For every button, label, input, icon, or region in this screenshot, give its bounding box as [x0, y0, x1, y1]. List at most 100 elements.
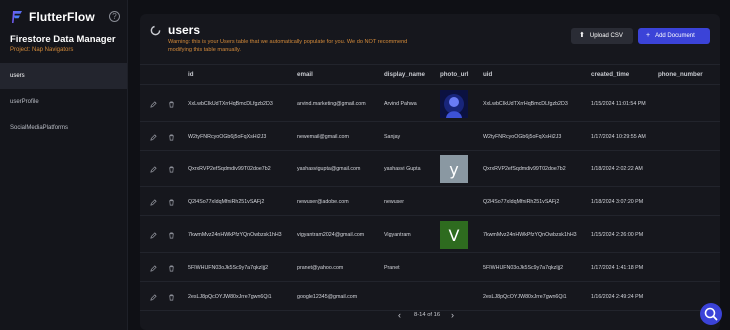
collection-loading-icon [150, 25, 161, 36]
collections-nav: users userProfile SocialMediaPlatforms [0, 63, 127, 141]
next-page-icon[interactable]: › [451, 310, 454, 320]
cell-created-time: 1/18/2024 3:07:20 PM [591, 199, 644, 205]
table-row[interactable]: 2esLJ8pQcOYJW80xJrre7gwn6Qi1 google12345@… [140, 282, 720, 311]
user-photo[interactable]: V [440, 221, 468, 249]
cell-uid: QxrxRVP2efSqdmdiv99T02doe7b2 [483, 166, 566, 172]
cell-id: 7kwmMvz24nHWkPfzYQnOwbzsk1hH3 [188, 232, 282, 238]
cell-id: 2esLJ8pQcOYJW80xJrre7gwn6Qi1 [188, 294, 272, 300]
sidebar-item-users[interactable]: users [0, 63, 127, 89]
cell-created-time: 1/15/2024 2:26:00 PM [591, 232, 644, 238]
column-header-display-name[interactable]: display_name [384, 71, 425, 78]
users-table: id email display_name photo_url uid crea… [140, 64, 720, 311]
cell-email: newemail@gmail.com [297, 134, 349, 140]
cell-display-name: Sanjay [384, 134, 401, 140]
edit-icon[interactable] [150, 101, 157, 108]
cell-id: XxLwbCIkUdTXrrHqBmcDLfgzb2D3 [188, 101, 273, 107]
cell-id: W2tyFNRcyoOGb6j5oFqXsHi2J3 [188, 134, 267, 140]
cell-uid: Q2l4So77xIdqMfniRh251vSAFj2 [483, 199, 560, 205]
flutterflow-logo-icon [12, 11, 22, 23]
cell-created-time: 1/16/2024 2:49:24 PM [591, 294, 644, 300]
cell-uid: W2tyFNRcyoOGb6j5oFqXsHi2J3 [483, 134, 562, 140]
cell-email: vigyantram2024@gmail.com [297, 232, 365, 238]
cell-display-name: Arvind Pahwa [384, 101, 417, 107]
table-header: users Warning: this is your Users table … [140, 14, 720, 64]
cell-display-name: Vigyantram [384, 232, 411, 238]
cell-created-time: 1/15/2024 11:01:54 PM [591, 101, 646, 107]
cell-uid: 7kwmMvz24nHWkPfzYQnOwbzsk1hH3 [483, 232, 577, 238]
upload-csv-button[interactable]: ⬆ Upload CSV [571, 28, 633, 44]
cell-email: yashasvigupta@gmail.com [297, 166, 361, 172]
edit-icon[interactable] [150, 294, 157, 301]
upload-icon: ⬆ [579, 32, 585, 39]
edit-icon[interactable] [150, 199, 157, 206]
table-row[interactable]: Q2l4So77xIdqMfniRh251vSAFj2 newuser@adobe… [140, 187, 720, 216]
project-subtitle: Project: Nap Navigators [10, 47, 74, 53]
column-header-email[interactable]: email [297, 71, 313, 78]
warning-text: Warning: this is your Users table that w… [168, 39, 408, 53]
delete-icon[interactable] [168, 101, 175, 108]
column-header-phone-number[interactable]: phone_number [658, 71, 703, 78]
column-header-photo-url[interactable]: photo_url [440, 71, 469, 78]
column-header-id[interactable]: id [188, 71, 194, 78]
cell-display-name: yashasvi Gupta [384, 166, 421, 172]
avatar-letter: y [440, 155, 468, 183]
cell-created-time: 1/17/2024 10:29:55 AM [591, 134, 646, 140]
sidebar-item-userprofile[interactable]: userProfile [0, 89, 127, 115]
cell-email: arvind.marketing@gmail.com [297, 101, 366, 107]
cell-email: google12345@gmail.com [297, 294, 358, 300]
page-title: users [168, 23, 201, 37]
table-header-row: id email display_name photo_url uid crea… [140, 64, 720, 85]
delete-icon[interactable] [168, 294, 175, 301]
cell-id: Q2l4So77xIdqMfniRh251vSAFj2 [188, 199, 265, 205]
cell-uid: XxLwbCIkUdTXrrHqBmcDLfgzb2D3 [483, 101, 568, 107]
search-icon [704, 307, 718, 321]
avatar-letter: V [440, 221, 468, 249]
pagination: ‹ 8-14 of 16 › [140, 308, 720, 324]
table-row[interactable]: XxLwbCIkUdTXrrHqBmcDLfgzb2D3 arvind.marke… [140, 85, 720, 122]
main-panel: users Warning: this is your Users table … [140, 14, 720, 330]
table-row[interactable]: 5FIWHUFN03oJk5Sc9y7a7qkzIjj2 pranet@yahoo… [140, 253, 720, 282]
column-header-uid[interactable]: uid [483, 71, 492, 78]
cell-display-name: newuser [384, 199, 405, 205]
edit-icon[interactable] [150, 232, 157, 239]
cell-email: newuser@adobe.com [297, 199, 349, 205]
sidebar-item-socialmediaplatforms[interactable]: SocialMediaPlatforms [0, 115, 127, 141]
upload-csv-label: Upload CSV [589, 33, 623, 39]
delete-icon[interactable] [168, 199, 175, 206]
edit-icon[interactable] [150, 134, 157, 141]
add-document-label: Add Document [655, 33, 695, 39]
delete-icon[interactable] [168, 166, 175, 173]
table-body: XxLwbCIkUdTXrrHqBmcDLfgzb2D3 arvind.marke… [140, 85, 720, 311]
table-row[interactable]: W2tyFNRcyoOGb6j5oFqXsHi2J3 newemail@gmail… [140, 122, 720, 151]
table-row[interactable]: QxrxRVP2efSqdmdiv99T02doe7b2 yashasvigupt… [140, 151, 720, 187]
user-photo[interactable]: y [440, 155, 468, 183]
app-window: FlutterFlow ? Firestore Data Manager Pro… [0, 0, 730, 330]
edit-icon[interactable] [150, 265, 157, 272]
table-row[interactable]: 7kwmMvz24nHWkPfzYQnOwbzsk1hH3 vigyantram2… [140, 216, 720, 253]
cell-created-time: 1/17/2024 1:41:18 PM [591, 265, 644, 271]
cell-id: 5FIWHUFN03oJk5Sc9y7a7qkzIjj2 [188, 265, 269, 271]
sidebar: FlutterFlow ? Firestore Data Manager Pro… [0, 0, 128, 330]
cell-display-name: Pranet [384, 265, 400, 271]
plus-icon: + [646, 32, 651, 39]
project-title: Firestore Data Manager [10, 34, 116, 45]
edit-icon[interactable] [150, 166, 157, 173]
cell-email: pranet@yahoo.com [297, 265, 344, 271]
cell-uid: 5FIWHUFN03oJk5Sc9y7a7qkzIjj2 [483, 265, 564, 271]
cell-id: QxrxRVP2efSqdmdiv99T02doe7b2 [188, 166, 271, 172]
cell-created-time: 1/18/2024 2:02:22 AM [591, 166, 643, 172]
avatar-photo-icon [440, 90, 468, 118]
column-header-created-time[interactable]: created_time [591, 71, 629, 78]
pagination-text: 8-14 of 16 [414, 312, 441, 318]
cell-uid: 2esLJ8pQcOYJW80xJrre7gwn6Qi1 [483, 294, 567, 300]
delete-icon[interactable] [168, 134, 175, 141]
brand-name: FlutterFlow [29, 10, 95, 24]
search-fab-button[interactable] [700, 303, 722, 325]
brand: FlutterFlow [0, 0, 127, 34]
delete-icon[interactable] [168, 232, 175, 239]
delete-icon[interactable] [168, 265, 175, 272]
prev-page-icon[interactable]: ‹ [398, 310, 401, 320]
help-icon[interactable]: ? [109, 11, 120, 22]
add-document-button[interactable]: + Add Document [638, 28, 710, 44]
user-photo[interactable] [440, 90, 468, 118]
